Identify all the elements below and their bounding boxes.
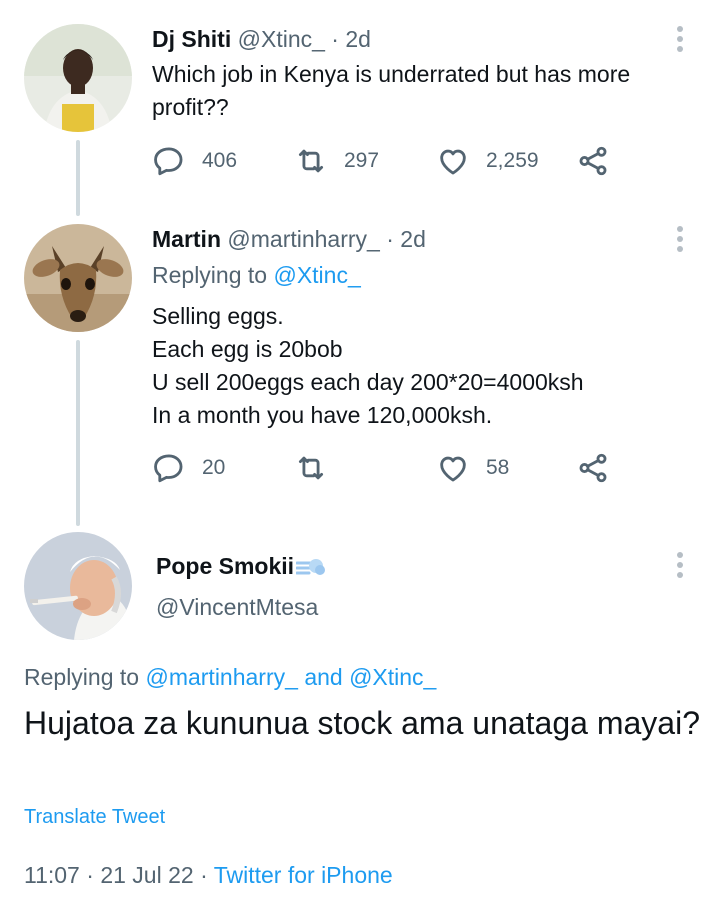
reply-button[interactable]: 406 <box>152 141 237 181</box>
separator-dot: · <box>386 226 394 252</box>
tweet-source[interactable]: Twitter for iPhone <box>214 862 393 888</box>
dash-emoji-icon <box>296 558 326 575</box>
more-icon[interactable] <box>676 26 684 56</box>
like-count: 2,259 <box>486 149 539 172</box>
replying-to-label: Replying to <box>152 262 268 288</box>
tweet-text: Which job in Kenya is underrated but has… <box>152 58 630 124</box>
share-button[interactable] <box>576 448 610 488</box>
replying-to-label: Replying to <box>24 664 140 690</box>
display-name[interactable]: Dj Shiti <box>152 26 231 52</box>
avatar-pope-smokii[interactable] <box>24 532 132 640</box>
separator-dot: · <box>86 862 94 888</box>
tweet-text-line: Which job in Kenya is underrated but has… <box>152 61 631 87</box>
thread-line-2 <box>76 340 80 526</box>
reply-count: 20 <box>202 456 226 479</box>
tweet-text: Hujatoa za kununua stock ama unataga may… <box>24 705 700 741</box>
thread-line-1 <box>76 140 80 216</box>
replying-to: Replying to @Xtinc_ <box>152 262 361 289</box>
tweet-header: Martin @martinharry_ · 2d <box>152 226 426 253</box>
mention-link[interactable]: @Xtinc_ <box>273 262 360 288</box>
tweet-meta: 11:07 · 21 Jul 22 · Twitter for iPhone <box>24 862 393 889</box>
tweet-time[interactable]: 2d <box>400 226 426 252</box>
display-name-text: Pope Smokii <box>156 553 295 579</box>
share-icon <box>579 146 607 176</box>
tweet-time[interactable]: 2d <box>345 26 371 52</box>
like-button[interactable]: 2,259 <box>436 141 539 181</box>
more-icon[interactable] <box>676 552 684 582</box>
like-icon <box>440 456 466 482</box>
reply-button[interactable]: 20 <box>152 448 225 488</box>
mention-link[interactable]: @martinharry_ <box>145 664 297 690</box>
retweet-icon <box>298 456 324 480</box>
tweet-actions: 20 58 <box>152 448 622 488</box>
avatar-dj-shiti[interactable] <box>24 24 132 132</box>
retweet-button[interactable] <box>294 448 328 488</box>
retweet-count: 297 <box>344 149 380 172</box>
tweet-text-line: U sell 200eggs each day 200*20=4000ksh <box>152 369 584 395</box>
like-button[interactable]: 58 <box>436 448 509 488</box>
separator-dot: · <box>200 862 208 888</box>
tweet-text-line: Selling eggs. <box>152 303 284 329</box>
tweet-actions: 406 297 2,259 <box>152 141 622 181</box>
tweet-text-line: Each egg is 20bob <box>152 336 343 362</box>
share-icon <box>579 453 607 483</box>
tweet-text: Selling eggs. Each egg is 20bob U sell 2… <box>152 300 584 432</box>
user-handle[interactable]: @VincentMtesa <box>156 594 318 621</box>
tweet-text-line: profit?? <box>152 94 229 120</box>
user-handle[interactable]: @martinharry_ <box>227 226 379 252</box>
tweet-time[interactable]: 11:07 <box>24 862 80 888</box>
replying-to: Replying to @martinharry_ and @Xtinc_ <box>24 664 436 691</box>
like-icon <box>440 149 466 175</box>
tweet-date[interactable]: 21 Jul 22 <box>100 862 193 888</box>
retweet-button[interactable]: 297 <box>294 141 379 181</box>
reply-icon <box>154 454 183 483</box>
reply-count: 406 <box>202 149 238 172</box>
user-handle[interactable]: @Xtinc_ <box>238 26 325 52</box>
tweet-text-line: In a month you have 120,000ksh. <box>152 402 493 428</box>
mention-and[interactable]: and <box>304 664 342 690</box>
more-icon[interactable] <box>676 226 684 256</box>
mention-link[interactable]: @Xtinc_ <box>349 664 436 690</box>
avatar-martin[interactable] <box>24 224 132 332</box>
display-name[interactable]: Martin <box>152 226 221 252</box>
separator-dot: · <box>331 26 339 52</box>
retweet-icon <box>298 149 324 173</box>
share-button[interactable] <box>576 141 610 181</box>
reply-icon <box>154 147 183 176</box>
tweet-header: Dj Shiti @Xtinc_ · 2d <box>152 26 371 53</box>
translate-tweet-link[interactable]: Translate Tweet <box>24 806 165 829</box>
display-name[interactable]: Pope Smokii <box>156 553 326 580</box>
like-count: 58 <box>486 456 510 479</box>
